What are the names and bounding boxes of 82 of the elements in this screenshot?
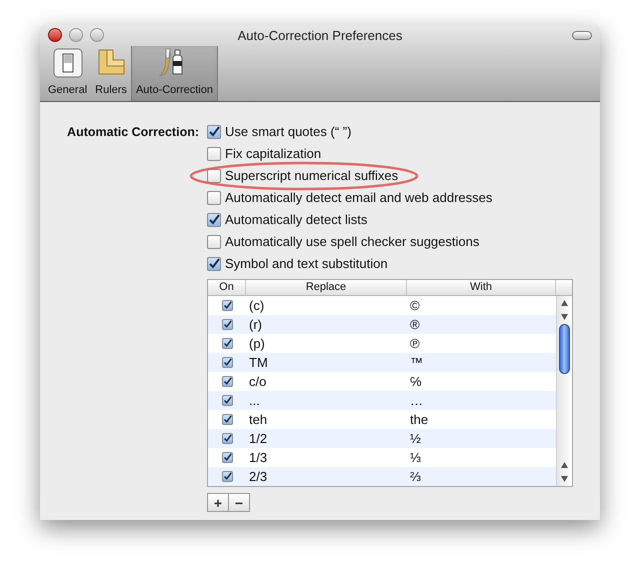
scroll-down-icon[interactable]: [561, 314, 568, 320]
checkbox[interactable]: [222, 471, 232, 482]
check-icon: [222, 320, 232, 329]
column-header[interactable]: With: [407, 280, 556, 295]
window-title: Auto-Correction Preferences: [238, 26, 402, 44]
table-cell-text: ⅓: [409, 448, 422, 467]
check-icon: [222, 415, 232, 424]
table-cell-text: the: [409, 410, 430, 429]
toolbar-tab[interactable]: Rulers: [91, 46, 131, 101]
remove-button[interactable]: −: [228, 493, 250, 512]
table-cell-text: ℅: [409, 372, 423, 391]
checkbox[interactable]: [222, 414, 232, 425]
table-cell-text: teh: [248, 410, 268, 429]
checkbox[interactable]: [207, 257, 221, 271]
table-row[interactable]: 1/2 ½: [208, 429, 556, 448]
switch-icon: [52, 48, 83, 78]
table-cell-text: 1/3: [248, 448, 268, 467]
table-cell-text: c/o: [248, 372, 268, 391]
check-icon: [208, 258, 220, 270]
checkbox[interactable]: [207, 191, 221, 205]
check-icon: [222, 377, 232, 386]
option-label: Superscript numerical suffixes: [225, 167, 398, 186]
scroll-up-icon[interactable]: [561, 300, 568, 306]
checkbox[interactable]: [222, 433, 232, 444]
table-cell-text: (c): [248, 296, 266, 315]
check-icon: [208, 214, 220, 226]
table-row[interactable]: TM ™: [208, 353, 556, 372]
table-row[interactable]: ... …: [208, 391, 556, 410]
column-header[interactable]: Replace: [246, 280, 407, 295]
table-cell-text: ⅔: [409, 468, 422, 486]
option-label: Use smart quotes (“ ”): [225, 123, 352, 142]
checkbox[interactable]: [207, 169, 221, 183]
ruler-icon: [96, 48, 126, 78]
table-cell-text: ®: [409, 316, 421, 334]
table-cell-text: …: [409, 392, 424, 410]
check-icon: [222, 472, 232, 481]
option-label: Automatically use spell checker suggestions: [225, 233, 480, 252]
checkbox[interactable]: [222, 319, 232, 330]
check-icon: [222, 339, 232, 348]
toolbar-tab[interactable]: General: [44, 46, 92, 101]
table-row[interactable]: (r) ®: [208, 315, 556, 334]
table-cell-text: TM: [248, 354, 269, 372]
checkbox[interactable]: [222, 452, 232, 463]
check-icon: [208, 126, 220, 138]
scrollbar[interactable]: [556, 296, 572, 486]
checkbox[interactable]: [222, 376, 232, 387]
table-cell-text: (p): [248, 334, 266, 353]
option-label: Symbol and text substitution: [225, 255, 388, 274]
toolbar-tab[interactable]: Auto-Correction: [130, 46, 218, 101]
check-icon: [222, 301, 232, 310]
table-row[interactable]: 2/3 ⅔: [208, 467, 556, 486]
scroll-thumb[interactable]: [559, 324, 570, 374]
checkbox[interactable]: [207, 125, 221, 139]
option-label: Fix capitalization: [225, 145, 322, 164]
column-header[interactable]: On: [208, 280, 246, 295]
check-icon: [222, 396, 232, 405]
option-label: Automatically detect lists: [225, 211, 368, 230]
table-cell-text: ½: [409, 430, 422, 448]
option-label: Automatically detect email and web addresses: [225, 189, 492, 208]
table-cell-text: (r): [248, 316, 263, 334]
close-button[interactable]: [48, 28, 62, 42]
check-icon: [222, 453, 232, 462]
checkbox[interactable]: [222, 395, 232, 406]
checkbox[interactable]: [207, 213, 221, 227]
check-icon: [222, 358, 232, 367]
toolbar-toggle-button[interactable]: [572, 31, 592, 40]
checkbox[interactable]: [222, 338, 232, 349]
checkbox[interactable]: [207, 235, 221, 249]
table-cell-text: 2/3: [248, 468, 268, 486]
table-cell-text: 1/2: [248, 430, 268, 448]
table-cell-text: ...: [248, 392, 261, 410]
checkbox[interactable]: [222, 300, 232, 311]
scroll-down-icon[interactable]: [561, 476, 568, 482]
add-button[interactable]: +: [207, 493, 229, 512]
scroll-up-icon[interactable]: [561, 462, 568, 468]
table-cell-text: ©: [409, 296, 421, 315]
table-cell-text: ℗: [409, 334, 421, 353]
section-label: Automatic Correction:: [66, 124, 200, 141]
table-cell-text: ™: [409, 354, 424, 372]
checkbox[interactable]: [207, 147, 221, 161]
check-icon: [222, 434, 232, 443]
checkbox[interactable]: [222, 357, 232, 368]
